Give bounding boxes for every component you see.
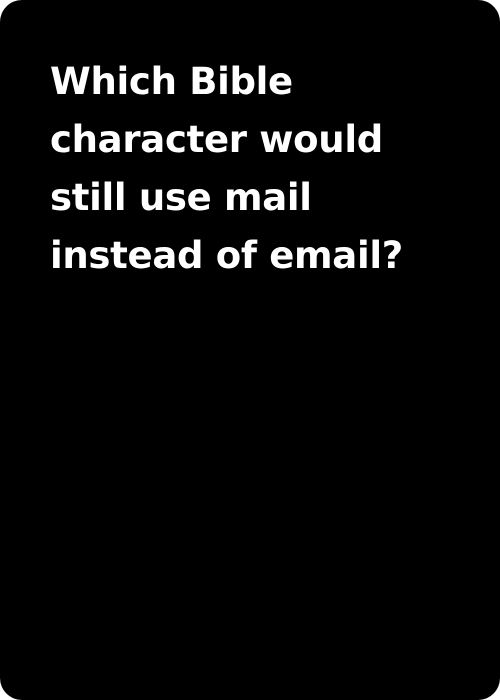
question-card: Which Bible character would still use ma… [0, 0, 500, 700]
question-line: instead of email? [50, 234, 403, 277]
question-line: still use mail [50, 176, 312, 219]
question-line: character would [50, 118, 383, 161]
question-text: Which Bible character would still use ma… [50, 53, 450, 285]
question-line: Which Bible [50, 60, 293, 103]
